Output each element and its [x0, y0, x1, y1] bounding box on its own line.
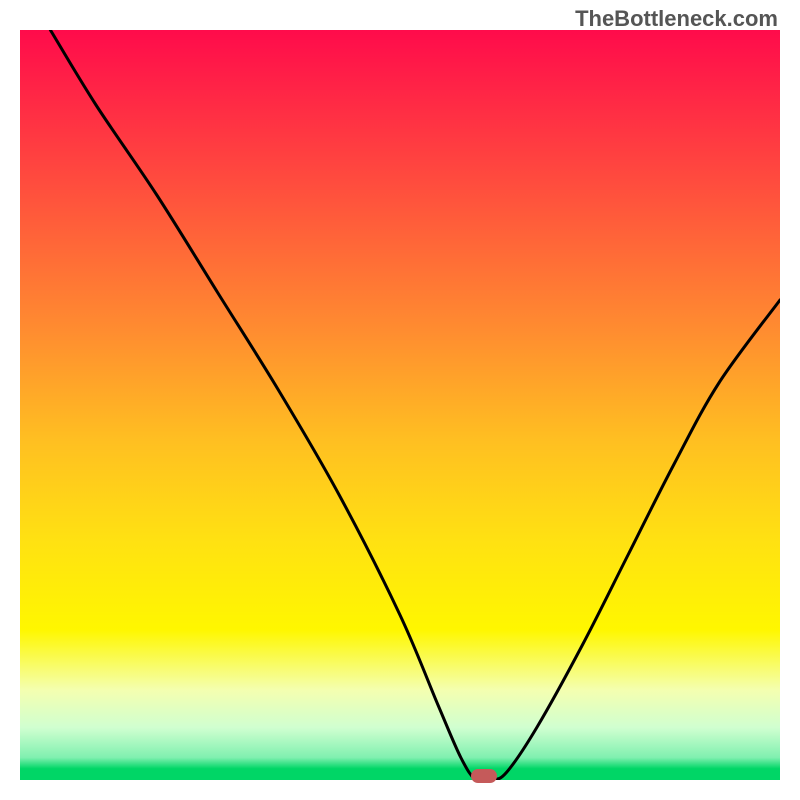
chart-container: TheBottleneck.com [0, 0, 800, 800]
optimal-point-marker [471, 769, 497, 783]
chart-background-gradient [20, 30, 780, 780]
plot-area [20, 30, 780, 780]
watermark-label: TheBottleneck.com [575, 6, 778, 32]
green-baseline-strip [20, 770, 780, 780]
